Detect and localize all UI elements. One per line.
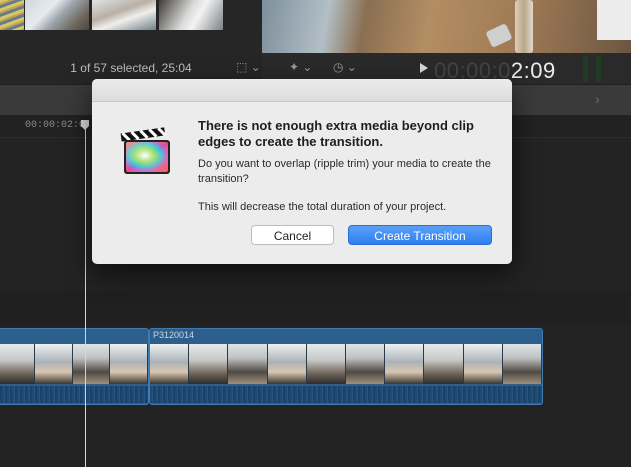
clip-frame <box>385 344 425 384</box>
dialog-title: There is not enough extra media beyond c… <box>198 118 474 149</box>
clip-frame <box>110 344 148 384</box>
viewer-frame-detail <box>515 0 533 53</box>
clip-frame <box>150 344 190 384</box>
timeline-clip[interactable] <box>149 328 543 405</box>
clip-frame <box>34 344 73 384</box>
viewer-frame-detail <box>597 0 631 40</box>
clip-frame <box>228 344 268 384</box>
viewer-image <box>262 0 631 53</box>
dialog-note: This will decrease the total duration of… <box>198 201 447 213</box>
timeline-gap <box>0 291 631 324</box>
final-cut-pro-icon <box>120 127 170 174</box>
clip-frame <box>189 344 229 384</box>
clip-frame <box>72 344 111 384</box>
clip-filmstrip <box>150 344 542 384</box>
clip-thumbnail[interactable] <box>159 0 223 30</box>
clip-frame <box>463 344 503 384</box>
create-transition-button[interactable]: Create Transition <box>348 225 492 245</box>
clip-filmstrip <box>0 344 148 384</box>
chevron-right-icon[interactable]: › <box>595 91 600 107</box>
cancel-button[interactable]: Cancel <box>251 225 334 245</box>
ruler-time-label: 00:00:02:0 <box>25 120 86 131</box>
audio-meter-right <box>596 56 601 82</box>
timeline-clip[interactable] <box>0 328 149 405</box>
retime-menu[interactable]: ◷ ⌄ <box>333 60 357 74</box>
clip-frame <box>306 344 347 384</box>
audio-waveform <box>150 386 542 403</box>
dialog-titlebar[interactable] <box>92 79 512 102</box>
audio-meter-left <box>583 56 588 82</box>
clip-name-label: P3120014 <box>153 330 195 340</box>
clip-frame <box>424 344 464 384</box>
clip-frame <box>346 344 386 384</box>
clip-frame <box>267 344 307 384</box>
selection-status: 1 of 57 selected, 25:04 <box>70 61 192 75</box>
clip-thumbnail[interactable] <box>25 0 89 30</box>
clip-thumbnail[interactable] <box>92 0 156 30</box>
clip-frame <box>502 344 542 384</box>
thumbnail-strip[interactable] <box>25 0 223 30</box>
viewer-frame-detail <box>485 23 513 48</box>
clip-stack-thumbnail[interactable] <box>0 0 24 30</box>
dialog-question: Do you want to overlap (ripple trim) you… <box>198 158 491 185</box>
audio-waveform <box>0 386 148 403</box>
transform-menu[interactable]: ⬚ ⌄ <box>236 60 261 74</box>
play-icon[interactable] <box>420 63 428 73</box>
timecode-bright: 2:09 <box>510 58 556 83</box>
effects-menu[interactable]: ✦ ⌄ <box>289 60 312 74</box>
clip-frame <box>0 344 35 384</box>
playhead[interactable] <box>85 128 86 467</box>
